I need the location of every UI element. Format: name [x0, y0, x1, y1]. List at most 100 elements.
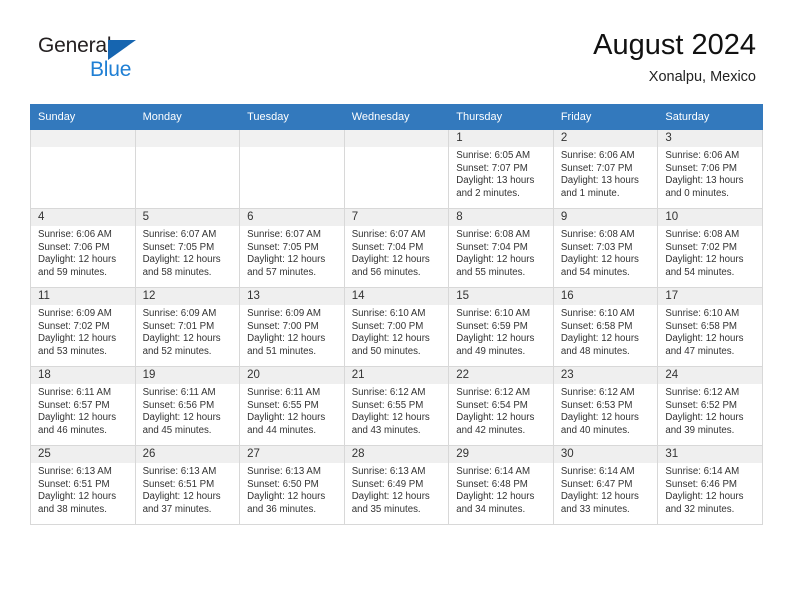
calendar-week-row: 18 Sunrise: 6:11 AM Sunset: 6:57 PM Dayligh… [30, 366, 763, 446]
day-number: 30 [553, 446, 658, 463]
calendar-day-cell[interactable]: 1 Sunrise: 6:05 AM Sunset: 7:07 PM Daylight… [448, 129, 554, 209]
calendar-day-cell[interactable]: 10 Sunrise: 6:08 AM Sunset: 7:02 PM Dayligh… [657, 208, 763, 288]
day-number: 24 [658, 367, 762, 384]
calendar-day-cell[interactable]: 2 Sunrise: 6:06 AM Sunset: 7:07 PM Daylight… [552, 129, 659, 209]
calendar-day-cell[interactable]: 6 Sunrise: 6:07 AM Sunset: 7:05 PM Daylight… [239, 208, 345, 288]
calendar-day-cell[interactable]: 19 Sunrise: 6:11 AM Sunset: 6:56 PM Dayligh… [134, 366, 241, 446]
sunrise-text: Sunrise: 6:08 AM [665, 229, 740, 240]
calendar-day-cell[interactable]: 30 Sunrise: 6:14 AM Sunset: 6:47 PM Dayligh… [552, 445, 659, 525]
sunrise-text: Sunrise: 6:13 AM [142, 466, 217, 477]
day-cell-content: 29 Sunrise: 6:14 AM Sunset: 6:48 PM Dayligh… [449, 446, 553, 524]
daylight-text-line1: Daylight: 12 hours [247, 254, 326, 266]
daylight-text-line1: Daylight: 12 hours [456, 491, 535, 503]
daylight-text-line1: Daylight: 12 hours [142, 491, 221, 503]
calendar-day-cell[interactable]: 28 Sunrise: 6:13 AM Sunset: 6:49 PM Dayligh… [343, 445, 450, 525]
sunset-text: Sunset: 6:51 PM [142, 478, 215, 490]
day-details: Sunrise: 6:12 AM Sunset: 6:54 PM Daylight:… [449, 384, 553, 437]
sunset-text: Sunset: 7:02 PM [38, 320, 110, 332]
calendar-day-cell[interactable]: 23 Sunrise: 6:12 AM Sunset: 6:53 PM Dayligh… [552, 366, 659, 446]
calendar-page: General Blue August 2024 Xonalpu, Mexico… [0, 0, 792, 612]
calendar-day-cell[interactable]: 17 Sunrise: 6:10 AM Sunset: 6:58 PM Dayligh… [657, 287, 763, 367]
day-number-bar [31, 130, 135, 147]
daylight-text-line1: Daylight: 12 hours [351, 333, 430, 345]
sunrise-text: Sunrise: 6:14 AM [456, 466, 531, 477]
daylight-text-line2: and 59 minutes. [38, 266, 107, 278]
calendar-day-cell[interactable]: 13 Sunrise: 6:09 AM Sunset: 7:00 PM Dayligh… [239, 287, 345, 367]
day-number-bar [135, 130, 240, 147]
sunset-text: Sunset: 6:52 PM [665, 399, 737, 411]
day-details: Sunrise: 6:13 AM Sunset: 6:51 PM Daylight:… [136, 463, 240, 516]
day-cell-content: 7 Sunrise: 6:07 AM Sunset: 7:04 PM Daylight… [344, 209, 449, 287]
calendar-day-cell[interactable]: 25 Sunrise: 6:13 AM Sunset: 6:51 PM Dayligh… [30, 445, 136, 525]
calendar-day-cell[interactable]: 27 Sunrise: 6:13 AM Sunset: 6:50 PM Dayligh… [239, 445, 345, 525]
sunrise-text: Sunrise: 6:12 AM [560, 387, 635, 398]
calendar-day-cell[interactable]: 18 Sunrise: 6:11 AM Sunset: 6:57 PM Dayligh… [30, 366, 136, 446]
calendar-day-cell[interactable]: 29 Sunrise: 6:14 AM Sunset: 6:48 PM Dayligh… [448, 445, 554, 525]
calendar-day-cell[interactable]: 15 Sunrise: 6:10 AM Sunset: 6:59 PM Dayligh… [448, 287, 554, 367]
calendar-day-cell[interactable]: 24 Sunrise: 6:12 AM Sunset: 6:52 PM Dayligh… [657, 366, 763, 446]
calendar-day-cell[interactable]: 14 Sunrise: 6:10 AM Sunset: 7:00 PM Dayligh… [343, 287, 450, 367]
calendar-day-cell[interactable]: 3 Sunrise: 6:06 AM Sunset: 7:06 PM Daylight… [657, 129, 763, 209]
day-number: 25 [31, 446, 135, 463]
day-number: 3 [658, 130, 762, 147]
day-number: 5 [135, 209, 240, 226]
sunset-text: Sunset: 6:57 PM [38, 399, 110, 411]
calendar-day-cell[interactable]: 4 Sunrise: 6:06 AM Sunset: 7:06 PM Daylight… [30, 208, 136, 288]
sunrise-text: Sunrise: 6:13 AM [351, 466, 426, 477]
day-number: 31 [658, 446, 762, 463]
daylight-text-line2: and 35 minutes. [351, 503, 421, 515]
day-number: 23 [553, 367, 658, 384]
day-number: 26 [135, 446, 240, 463]
day-details: Sunrise: 6:09 AM Sunset: 7:02 PM Daylight:… [31, 305, 135, 358]
day-cell-content: 8 Sunrise: 6:08 AM Sunset: 7:04 PM Daylight… [449, 209, 553, 287]
calendar-day-cell[interactable]: 22 Sunrise: 6:12 AM Sunset: 6:54 PM Dayligh… [448, 366, 554, 446]
calendar-day-cell[interactable]: 11 Sunrise: 6:09 AM Sunset: 7:02 PM Dayligh… [30, 287, 136, 367]
daylight-text-line2: and 46 minutes. [38, 424, 107, 436]
daylight-text-line1: Daylight: 13 hours [665, 175, 744, 187]
calendar-day-cell[interactable]: 8 Sunrise: 6:08 AM Sunset: 7:04 PM Daylight… [448, 208, 554, 288]
weekday-header-wednesday: Wednesday [343, 104, 450, 130]
sunset-text: Sunset: 6:53 PM [560, 399, 633, 411]
day-details: Sunrise: 6:09 AM Sunset: 7:01 PM Daylight:… [136, 305, 240, 358]
sunrise-text: Sunrise: 6:10 AM [560, 308, 635, 319]
calendar-day-cell[interactable]: 26 Sunrise: 6:13 AM Sunset: 6:51 PM Dayligh… [134, 445, 241, 525]
day-cell-content: 10 Sunrise: 6:08 AM Sunset: 7:02 PM Dayligh… [658, 209, 762, 287]
day-number: 1 [449, 130, 553, 147]
day-number: 12 [135, 288, 240, 305]
day-number: 22 [449, 367, 553, 384]
sunset-text: Sunset: 7:01 PM [142, 320, 215, 332]
day-number: 28 [344, 446, 449, 463]
weekday-header-monday: Monday [134, 104, 241, 130]
day-details: Sunrise: 6:05 AM Sunset: 7:07 PM Daylight:… [449, 147, 553, 200]
sunrise-text: Sunrise: 6:14 AM [560, 466, 635, 477]
day-cell-content: 19 Sunrise: 6:11 AM Sunset: 6:56 PM Dayligh… [135, 367, 240, 445]
daylight-text-line2: and 54 minutes. [665, 266, 735, 278]
calendar-day-cell[interactable]: 9 Sunrise: 6:08 AM Sunset: 7:03 PM Daylight… [552, 208, 659, 288]
calendar-day-cell[interactable]: 5 Sunrise: 6:07 AM Sunset: 7:05 PM Daylight… [134, 208, 241, 288]
sunrise-text: Sunrise: 6:07 AM [351, 229, 426, 240]
day-details: Sunrise: 6:11 AM Sunset: 6:56 PM Daylight:… [136, 384, 240, 437]
day-cell-content: 3 Sunrise: 6:06 AM Sunset: 7:06 PM Daylight… [658, 130, 762, 208]
general-blue-logo[interactable]: General Blue [38, 34, 218, 86]
calendar-day-cell[interactable]: 12 Sunrise: 6:09 AM Sunset: 7:01 PM Dayligh… [134, 287, 241, 367]
calendar-day-cell[interactable]: 16 Sunrise: 6:10 AM Sunset: 6:58 PM Dayligh… [552, 287, 659, 367]
daylight-text-line2: and 40 minutes. [560, 424, 630, 436]
day-cell-content: 4 Sunrise: 6:06 AM Sunset: 7:06 PM Daylight… [31, 209, 135, 287]
calendar-day-cell[interactable]: 7 Sunrise: 6:07 AM Sunset: 7:04 PM Daylight… [343, 208, 450, 288]
day-details: Sunrise: 6:13 AM Sunset: 6:51 PM Daylight:… [31, 463, 135, 516]
weekday-header-sunday: Sunday [30, 104, 136, 130]
daylight-text-line2: and 2 minutes. [456, 187, 520, 199]
day-cell-content: 25 Sunrise: 6:13 AM Sunset: 6:51 PM Dayligh… [31, 446, 135, 524]
day-cell-content: 1 Sunrise: 6:05 AM Sunset: 7:07 PM Daylight… [449, 130, 553, 208]
daylight-text-line1: Daylight: 12 hours [560, 254, 639, 266]
day-number: 14 [344, 288, 449, 305]
day-details: Sunrise: 6:10 AM Sunset: 6:58 PM Daylight:… [658, 305, 762, 358]
calendar-day-cell[interactable]: 20 Sunrise: 6:11 AM Sunset: 6:55 PM Dayligh… [239, 366, 345, 446]
day-cell-content: 27 Sunrise: 6:13 AM Sunset: 6:50 PM Dayligh… [240, 446, 344, 524]
calendar-day-cell[interactable]: 21 Sunrise: 6:12 AM Sunset: 6:55 PM Dayligh… [343, 366, 450, 446]
sunset-text: Sunset: 6:55 PM [351, 399, 424, 411]
calendar-day-cell[interactable]: 31 Sunrise: 6:14 AM Sunset: 6:46 PM Dayligh… [657, 445, 763, 525]
day-cell-content: 24 Sunrise: 6:12 AM Sunset: 6:52 PM Dayligh… [658, 367, 762, 445]
daylight-text-line1: Daylight: 12 hours [456, 333, 535, 345]
daylight-text-line1: Daylight: 12 hours [38, 333, 117, 345]
